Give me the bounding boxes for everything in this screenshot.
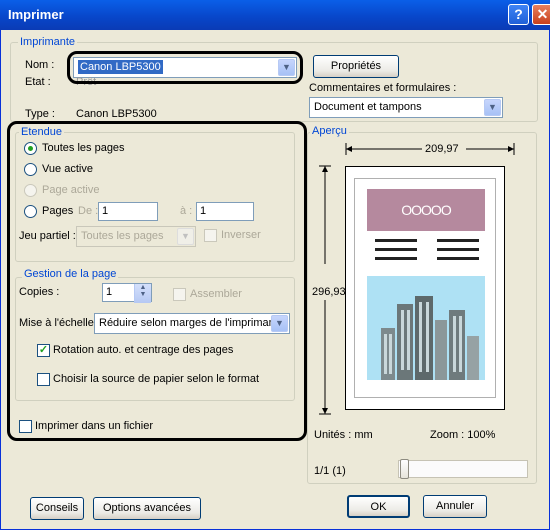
cancel-button[interactable]: Annuler <box>423 495 487 518</box>
zoom-label: Zoom : 100% <box>430 429 496 441</box>
preview-circles: OOOOO <box>401 202 451 218</box>
preview-text-lines <box>375 239 479 260</box>
printer-name-highlight <box>67 51 303 84</box>
printer-group-legend: Imprimante <box>18 36 78 48</box>
window-title: Imprimer <box>8 7 64 22</box>
comments-value: Document et tampons <box>314 101 422 113</box>
preview-width-value: 209,97 <box>425 143 459 155</box>
comments-select[interactable]: Document et tampons ▼ <box>309 97 503 118</box>
ok-button[interactable]: OK <box>347 495 410 518</box>
printer-name-label: Nom : <box>25 59 55 71</box>
comments-label: Commentaires et formulaires : <box>309 82 457 94</box>
preview-group-legend: Aperçu <box>310 125 349 137</box>
printer-type-label: Type : <box>25 108 55 120</box>
printer-status-label: Etat : <box>25 76 51 88</box>
properties-button[interactable]: Propriétés <box>313 55 399 78</box>
range-print-highlight <box>7 121 307 441</box>
close-icon: ✕ <box>536 6 549 22</box>
preview-city-image <box>367 276 485 380</box>
title-bar[interactable]: Imprimer ? ✕ <box>0 0 550 30</box>
help-icon: ? <box>514 6 523 22</box>
advanced-options-button[interactable]: Options avancées <box>93 497 201 520</box>
printer-type-value: Canon LBP5300 <box>76 108 157 120</box>
page-slider-thumb[interactable] <box>400 459 409 479</box>
page-counter: 1/1 (1) <box>314 465 346 477</box>
chevron-down-icon: ▼ <box>484 99 501 116</box>
help-button[interactable]: ? <box>508 4 529 25</box>
preview-banner: OOOOO <box>367 189 485 231</box>
units-label: Unités : mm <box>314 429 373 441</box>
close-button[interactable]: ✕ <box>532 4 550 25</box>
page-slider-track[interactable] <box>398 460 528 478</box>
city-skyline-icon <box>381 296 479 380</box>
preview-height-value: 296,93 <box>312 286 346 298</box>
tips-button[interactable]: Conseils <box>30 497 84 520</box>
